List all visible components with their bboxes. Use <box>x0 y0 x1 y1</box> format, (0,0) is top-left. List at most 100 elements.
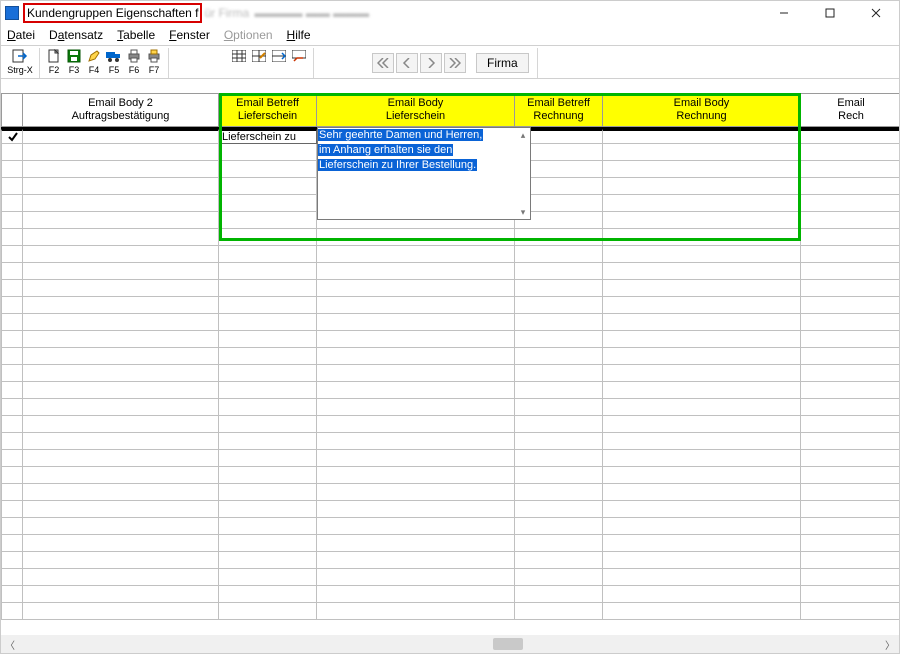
empty-cell[interactable] <box>515 229 603 246</box>
col-header-body-rechnung[interactable]: Email Body Rechnung <box>603 93 801 127</box>
empty-cell[interactable] <box>1 195 23 212</box>
table-row[interactable] <box>1 331 899 348</box>
empty-cell[interactable] <box>801 552 899 569</box>
empty-cell[interactable] <box>23 433 219 450</box>
empty-cell[interactable] <box>219 603 317 620</box>
empty-cell[interactable] <box>801 263 899 280</box>
empty-cell[interactable] <box>1 331 23 348</box>
empty-cell[interactable] <box>219 161 317 178</box>
empty-cell[interactable] <box>1 348 23 365</box>
empty-cell[interactable] <box>219 365 317 382</box>
empty-cell[interactable] <box>23 416 219 433</box>
empty-cell[interactable] <box>317 263 515 280</box>
empty-cell[interactable] <box>1 603 23 620</box>
table-row[interactable] <box>1 382 899 399</box>
empty-cell[interactable] <box>23 280 219 297</box>
empty-cell[interactable] <box>23 246 219 263</box>
empty-cell[interactable] <box>23 484 219 501</box>
empty-cell[interactable] <box>1 586 23 603</box>
table-row[interactable] <box>1 246 899 263</box>
empty-cell[interactable] <box>515 552 603 569</box>
table-row[interactable] <box>1 348 899 365</box>
empty-cell[interactable] <box>801 314 899 331</box>
empty-cell[interactable] <box>801 433 899 450</box>
empty-cell[interactable] <box>1 552 23 569</box>
empty-cell[interactable] <box>219 297 317 314</box>
empty-cell[interactable] <box>1 518 23 535</box>
horizontal-scrollbar[interactable]: 〈 〉 <box>1 635 899 653</box>
empty-cell[interactable] <box>801 484 899 501</box>
empty-cell[interactable] <box>603 603 801 620</box>
empty-cell[interactable] <box>801 212 899 229</box>
empty-cell[interactable] <box>603 569 801 586</box>
empty-cell[interactable] <box>801 450 899 467</box>
empty-cell[interactable] <box>219 450 317 467</box>
empty-cell[interactable] <box>317 552 515 569</box>
empty-cell[interactable] <box>219 399 317 416</box>
empty-cell[interactable] <box>801 586 899 603</box>
editor-scroll-down[interactable]: ▾ <box>516 205 530 219</box>
empty-cell[interactable] <box>219 178 317 195</box>
empty-cell[interactable] <box>801 535 899 552</box>
empty-cell[interactable] <box>23 501 219 518</box>
table-row[interactable] <box>1 467 899 484</box>
tool-f6[interactable]: F6 <box>124 48 144 75</box>
empty-cell[interactable] <box>603 161 801 178</box>
empty-cell[interactable] <box>515 433 603 450</box>
empty-cell[interactable] <box>219 229 317 246</box>
empty-cell[interactable] <box>219 331 317 348</box>
empty-cell[interactable] <box>603 382 801 399</box>
empty-cell[interactable] <box>603 331 801 348</box>
nav-last[interactable] <box>444 53 466 73</box>
empty-cell[interactable] <box>1 450 23 467</box>
empty-cell[interactable] <box>219 535 317 552</box>
tool-f4[interactable]: F4 <box>84 48 104 75</box>
empty-cell[interactable] <box>317 331 515 348</box>
empty-cell[interactable] <box>23 586 219 603</box>
empty-cell[interactable] <box>515 246 603 263</box>
table-row[interactable] <box>1 297 899 314</box>
empty-cell[interactable] <box>515 535 603 552</box>
col-header-betreff-lieferschein[interactable]: Email Betreff Lieferschein <box>219 93 317 127</box>
tool-grid2[interactable] <box>249 48 269 64</box>
empty-cell[interactable] <box>1 246 23 263</box>
empty-cell[interactable] <box>219 518 317 535</box>
empty-cell[interactable] <box>317 229 515 246</box>
empty-cell[interactable] <box>219 433 317 450</box>
col-header-betreff-rechnung[interactable]: Email Betreff Rechnung <box>515 93 603 127</box>
empty-cell[interactable] <box>603 348 801 365</box>
table-row[interactable] <box>1 263 899 280</box>
col-header-body-lieferschein[interactable]: Email Body Lieferschein <box>317 93 515 127</box>
empty-cell[interactable] <box>1 501 23 518</box>
empty-cell[interactable] <box>23 144 219 161</box>
empty-cell[interactable] <box>23 229 219 246</box>
empty-cell[interactable] <box>1 535 23 552</box>
empty-cell[interactable] <box>603 178 801 195</box>
empty-cell[interactable] <box>219 501 317 518</box>
empty-cell[interactable] <box>801 331 899 348</box>
nav-next[interactable] <box>420 53 442 73</box>
empty-cell[interactable] <box>515 450 603 467</box>
table-row[interactable] <box>1 535 899 552</box>
row-selector-header[interactable] <box>1 93 23 127</box>
empty-cell[interactable] <box>23 450 219 467</box>
cell-emailbody2[interactable] <box>23 129 219 144</box>
empty-cell[interactable] <box>515 263 603 280</box>
empty-cell[interactable] <box>317 501 515 518</box>
empty-cell[interactable] <box>515 501 603 518</box>
empty-cell[interactable] <box>23 518 219 535</box>
table-row[interactable] <box>1 484 899 501</box>
empty-cell[interactable] <box>603 535 801 552</box>
table-row[interactable] <box>1 280 899 297</box>
empty-cell[interactable] <box>23 195 219 212</box>
table-row[interactable] <box>1 433 899 450</box>
empty-cell[interactable] <box>23 178 219 195</box>
cell-betreff-lieferschein[interactable]: Lieferschein zu <box>219 129 317 144</box>
empty-cell[interactable] <box>23 161 219 178</box>
table-row[interactable] <box>1 552 899 569</box>
empty-cell[interactable] <box>603 518 801 535</box>
empty-cell[interactable] <box>603 586 801 603</box>
empty-cell[interactable] <box>23 535 219 552</box>
empty-cell[interactable] <box>23 365 219 382</box>
menu-fenster[interactable]: Fenster <box>169 28 210 42</box>
